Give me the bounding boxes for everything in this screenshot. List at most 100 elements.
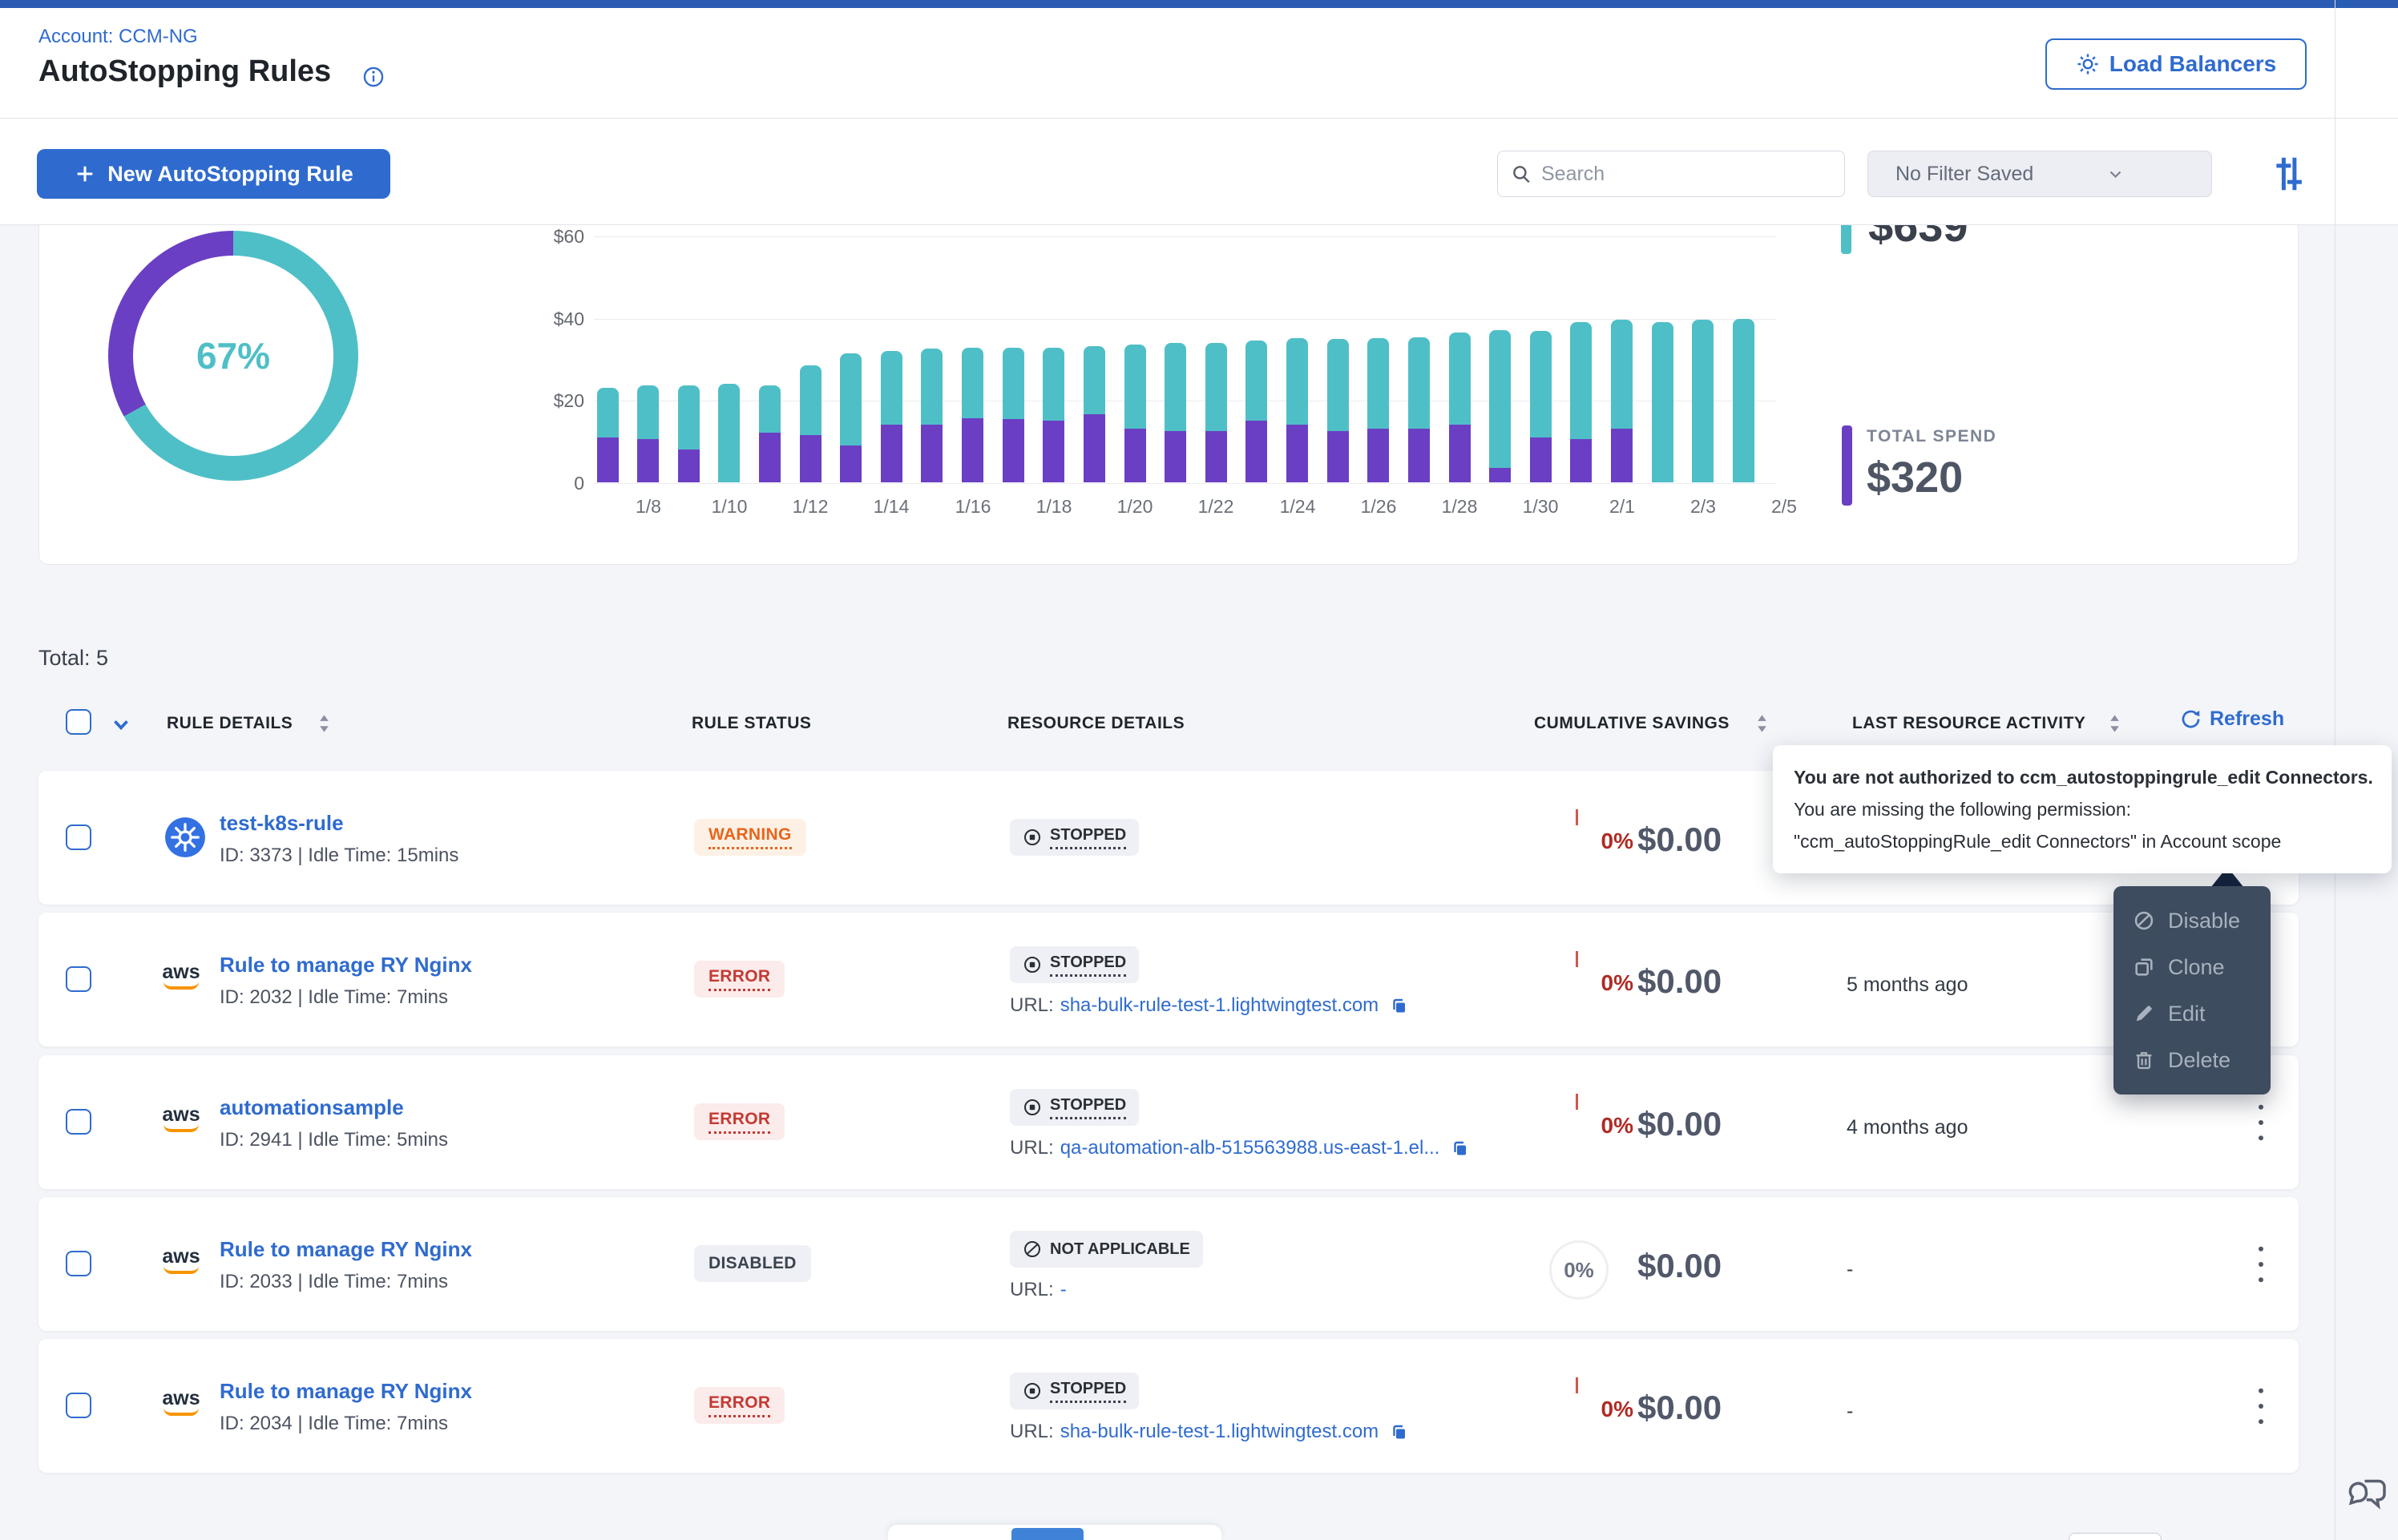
cumulative-savings-pct: 0%	[1537, 970, 1633, 996]
rule-name-link[interactable]: Rule to manage RY Nginx	[220, 1237, 472, 1262]
bar-spend	[1367, 429, 1389, 482]
savings-percentage: 67%	[108, 231, 358, 481]
row-menu-kebab-icon[interactable]	[2252, 1384, 2270, 1429]
bar-spend	[1205, 431, 1227, 482]
rule-status-label: DISABLED	[708, 1254, 797, 1273]
clone-icon	[2133, 956, 2155, 978]
bar-savings	[1408, 337, 1430, 429]
url-link[interactable]: -	[1060, 1279, 1067, 1301]
url-link[interactable]: sha-bulk-rule-test-1.lightwingtest.com	[1060, 1421, 1379, 1443]
menu-item-disable[interactable]: Disable	[2113, 897, 2271, 944]
gridline	[594, 319, 1776, 320]
total-savings-value: $639	[1868, 225, 1968, 252]
chat-support-icon[interactable]	[2345, 1473, 2390, 1518]
rule-name-link[interactable]: test-k8s-rule	[220, 811, 344, 836]
tooltip-caret	[2174, 872, 2204, 888]
cumulative-savings-amount: $0.00	[1637, 962, 1722, 1001]
rule-name-link[interactable]: automationsample	[220, 1095, 404, 1120]
rule-status-badge[interactable]: ERROR	[694, 1387, 785, 1424]
cumulative-savings-amount: $0.00	[1637, 820, 1722, 859]
sort-icon[interactable]	[1755, 712, 1769, 735]
rule-status-badge[interactable]: WARNING	[694, 819, 806, 856]
col-cumulative-savings[interactable]: CUMULATIVE SAVINGS	[1534, 714, 1730, 733]
resource-state-badge[interactable]: NOT APPLICABLE	[1010, 1231, 1203, 1268]
rule-status-badge[interactable]: ERROR	[694, 1103, 785, 1140]
account-breadcrumb[interactable]: Account: CCM-NG	[38, 26, 198, 48]
bar-savings	[1286, 338, 1308, 425]
copy-icon	[1451, 1139, 1470, 1158]
row-checkbox[interactable]	[66, 1251, 91, 1276]
resource-state-badge[interactable]: STOPPED	[1010, 1373, 1139, 1409]
x-axis-tick: 1/30	[1504, 496, 1576, 518]
chevron-down-icon[interactable]	[109, 712, 133, 736]
rule-meta: ID: 3373 | Idle Time: 15mins	[220, 845, 458, 867]
info-icon[interactable]	[362, 66, 385, 88]
resource-state-badge[interactable]: STOPPED	[1010, 1089, 1139, 1126]
refresh-button[interactable]: Refresh	[2180, 708, 2284, 731]
url-label: URL:	[1010, 994, 1054, 1017]
rule-status-badge[interactable]: ERROR	[694, 961, 785, 998]
stop-icon	[1023, 955, 1042, 974]
resource-state-badge[interactable]: STOPPED	[1010, 946, 1139, 983]
x-axis-tick: 2/1	[1586, 496, 1658, 518]
rule-name-link[interactable]: Rule to manage RY Nginx	[220, 1379, 472, 1404]
new-autostopping-rule-button[interactable]: New AutoStopping Rule	[37, 149, 390, 199]
resource-state-label: STOPPED	[1050, 953, 1126, 977]
row-checkbox[interactable]	[66, 966, 91, 992]
cumulative-savings-pct: 0%	[1537, 828, 1633, 854]
resource-url: URL:sha-bulk-rule-test-1.lightwingtest.c…	[1010, 1421, 1409, 1443]
bar-spend	[1449, 425, 1471, 482]
menu-item-edit[interactable]: Edit	[2113, 990, 2271, 1037]
bar-spend	[1530, 437, 1552, 482]
sort-icon[interactable]	[317, 712, 331, 735]
rule-status-badge[interactable]: DISABLED	[694, 1245, 811, 1282]
x-axis-tick: 1/16	[937, 496, 1009, 518]
savings-legend-swatch	[1841, 225, 1851, 254]
stop-icon	[1023, 1098, 1042, 1117]
bar-savings	[1530, 331, 1552, 437]
bar-spend	[759, 433, 781, 482]
page-size-button[interactable]	[2069, 1533, 2162, 1540]
url-link[interactable]: qa-automation-alb-515563988.us-east-1.el…	[1060, 1137, 1440, 1159]
bar-spend	[881, 425, 902, 482]
tooltip-line: "ccm_autoStoppingRule_edit Connectors" i…	[1794, 825, 2371, 857]
bar-spend	[637, 439, 659, 482]
bar-spend	[1286, 425, 1308, 482]
bar-savings	[1124, 345, 1146, 429]
last-resource-activity: -	[1847, 1258, 1853, 1281]
row-menu-kebab-icon[interactable]	[2252, 1242, 2270, 1287]
col-last-resource-activity[interactable]: LAST RESOURCE ACTIVITY	[1852, 714, 2085, 733]
bar-spend	[597, 437, 619, 482]
y-axis-tick: $60	[520, 226, 584, 248]
load-balancers-button[interactable]: Load Balancers	[2045, 38, 2307, 90]
col-rule-status: RULE STATUS	[692, 714, 811, 733]
row-checkbox[interactable]	[66, 1109, 91, 1135]
rule-name-link[interactable]: Rule to manage RY Nginx	[220, 953, 472, 978]
refresh-label: Refresh	[2210, 708, 2284, 731]
bar-spend	[921, 425, 943, 482]
col-rule-details[interactable]: RULE DETAILS	[167, 714, 293, 733]
copy-icon	[1390, 996, 1409, 1015]
saved-filter-value: No Filter Saved	[1895, 163, 2042, 186]
row-checkbox[interactable]	[66, 1393, 91, 1418]
saved-filter-select[interactable]: No Filter Saved	[1867, 151, 2212, 197]
row-checkbox[interactable]	[66, 824, 91, 850]
active-page-button[interactable]	[1011, 1528, 1084, 1540]
sort-icon[interactable]	[2108, 712, 2121, 735]
bar-savings	[718, 384, 740, 482]
bar-spend	[1043, 421, 1064, 482]
rule-meta: ID: 2033 | Idle Time: 7mins	[220, 1271, 448, 1293]
bar-spend	[1327, 431, 1349, 482]
stop-icon	[1023, 828, 1042, 847]
menu-item-delete[interactable]: Delete	[2113, 1037, 2271, 1083]
bar-spend	[1084, 414, 1105, 482]
select-all-checkbox[interactable]	[66, 709, 91, 735]
menu-item-clone[interactable]: Clone	[2113, 944, 2271, 990]
resource-state-badge[interactable]: STOPPED	[1010, 819, 1139, 856]
filter-sliders-icon[interactable]	[2267, 152, 2310, 196]
bar-savings	[1043, 348, 1064, 421]
search-input[interactable]	[1541, 163, 1831, 186]
toolbar: New AutoStopping Rule No Filter Saved	[0, 119, 2398, 225]
row-menu-kebab-icon[interactable]	[2252, 1100, 2270, 1145]
url-link[interactable]: sha-bulk-rule-test-1.lightwingtest.com	[1060, 994, 1379, 1017]
